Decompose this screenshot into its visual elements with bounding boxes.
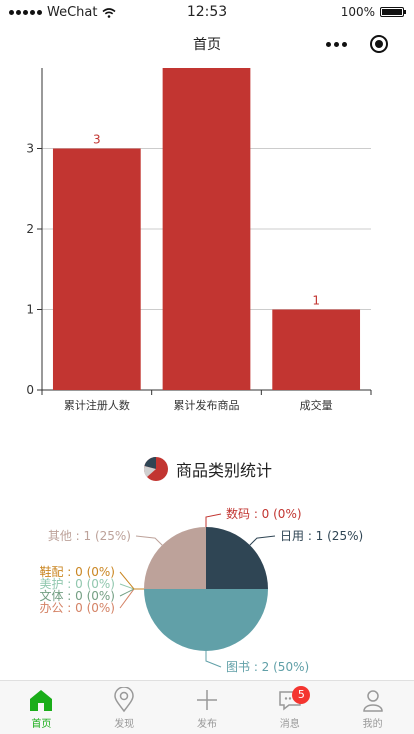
y-tick-label: 1 [26, 303, 34, 317]
tab-discover[interactable]: 发现 [83, 681, 166, 734]
pie-leader-line [119, 588, 144, 609]
bar-chart: 0 1 2 3 3 累计注册人数 累计发布商品 1 成交量 [26, 68, 372, 412]
x-tick-label: 累计注册人数 [64, 398, 130, 412]
status-bar: WeChat 12:53 100% [0, 0, 414, 26]
tab-profile[interactable]: 我的 [331, 681, 414, 734]
page-title: 首页 [193, 37, 221, 53]
tab-bar: 首页 发现 发布 消息 5 我的 [0, 680, 414, 734]
y-tick-label: 3 [26, 142, 34, 156]
pie-title-text: 商品类别统计 [175, 461, 272, 480]
unread-badge: 5 [292, 686, 311, 704]
more-icon[interactable] [326, 42, 347, 47]
bar-value-label: 3 [93, 133, 101, 147]
tab-messages-label: 消息 [279, 719, 300, 730]
pie-slice-label: 美护 : 0 (0%) [39, 577, 115, 591]
plus-icon [196, 690, 217, 710]
tab-home[interactable]: 首页 [0, 681, 83, 734]
pie-slice-label: 日用 : 1 (25%) [280, 529, 363, 543]
nav-bar: 首页 [0, 26, 414, 62]
pie-slice-label: 图书 : 2 (50%) [226, 660, 309, 674]
tab-publish[interactable]: 发布 [166, 681, 249, 734]
pie-chart-icon [143, 457, 168, 481]
pie-slice [206, 527, 268, 589]
pie-leader-line [119, 571, 144, 590]
y-tick-label: 0 [26, 383, 34, 397]
tab-publish-label: 发布 [196, 719, 217, 730]
pie-slice [144, 589, 268, 651]
battery-info: 100% [340, 5, 406, 19]
x-tick-label: 累计发布商品 [174, 398, 240, 412]
pie-chart: 日用 : 1 (25%)图书 : 2 (50%)办公 : 0 (0%)文体 : … [39, 506, 363, 674]
pie-leader-line [135, 535, 163, 546]
pie-leader-line [205, 513, 222, 527]
bar-value-label: 1 [312, 294, 320, 308]
tab-discover-label: 发现 [114, 719, 135, 730]
tab-messages[interactable]: 消息 5 [248, 681, 331, 734]
close-capsule-icon[interactable] [370, 35, 388, 53]
pie-slice [144, 527, 206, 589]
user-icon [362, 690, 383, 712]
pie-slice-label: 数码 : 0 (0%) [226, 506, 302, 521]
pie-slice-label: 其他 : 1 (25%) [48, 529, 131, 543]
tab-home-label: 首页 [31, 719, 52, 730]
y-tick-label: 2 [26, 222, 34, 236]
x-tick-label: 成交量 [300, 398, 333, 412]
battery-icon [380, 7, 406, 17]
pie-leader-line [249, 535, 276, 546]
bar [162, 68, 251, 390]
bar [52, 148, 141, 390]
battery-percent: 100% [340, 5, 375, 19]
home-icon [30, 690, 53, 711]
pie-leader-line [205, 651, 222, 668]
tab-profile-label: 我的 [362, 719, 383, 730]
bar [272, 309, 361, 390]
pie-chart-title: 商品类别统计 [0, 455, 414, 483]
location-icon [114, 687, 134, 713]
pie-slice-label: 鞋配 : 0 (0%) [39, 564, 115, 579]
